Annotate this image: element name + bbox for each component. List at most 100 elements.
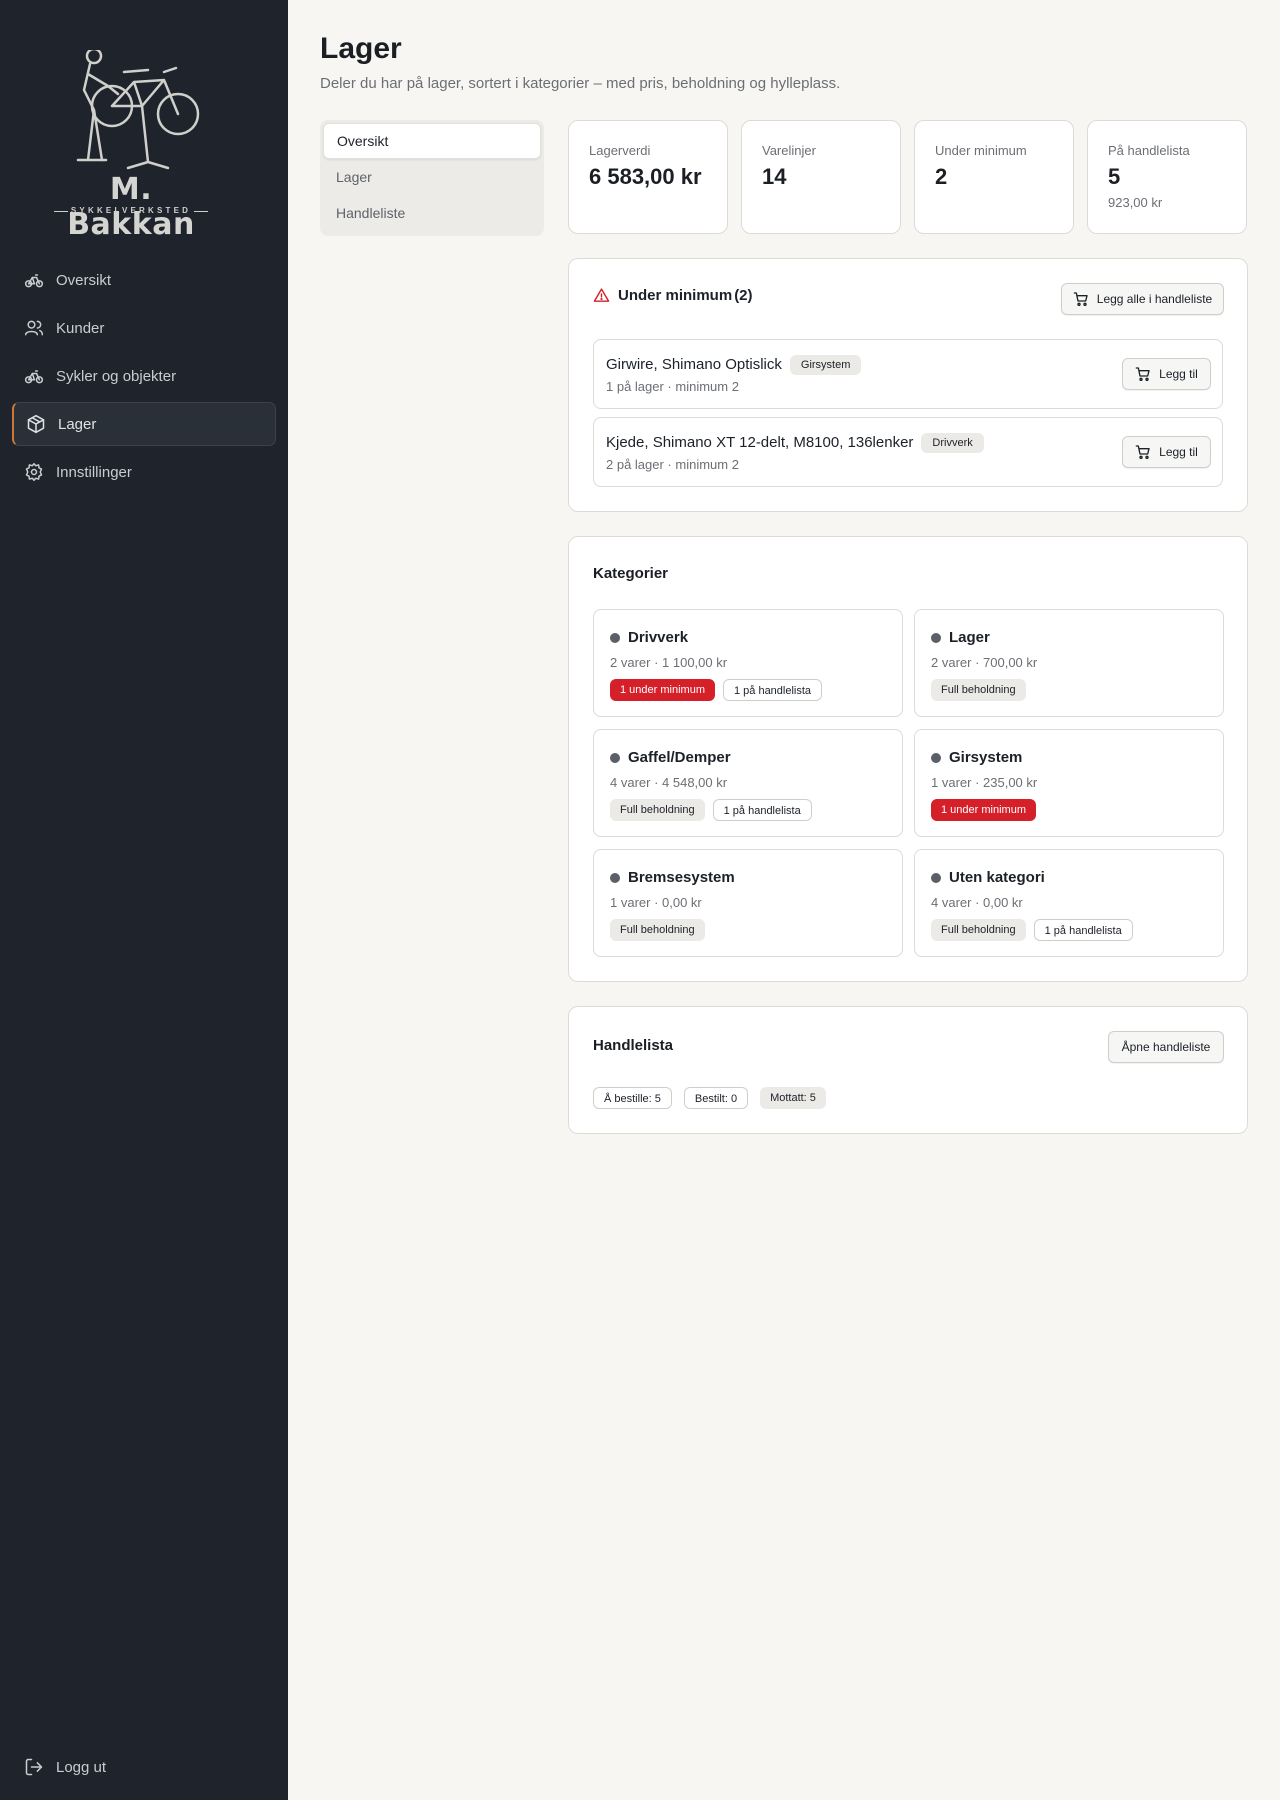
category-badges: 1 under minimum 1 på handlelista [610,679,830,701]
sidebar-item-label: Kunder [56,319,105,337]
package-icon [26,414,46,434]
category-meta: 2 varer · 700,00 kr [931,655,1038,670]
status-badge: 1 under minimum [931,799,1036,821]
subnav: Oversikt Lager Handleliste [320,120,544,236]
category-card[interactable]: Drivverk 2 varer · 1 100,00 kr 1 under m… [593,609,903,717]
list-item: Girwire, Shimano Optislick Girsystem 1 på… [593,339,1223,409]
category-dot [610,752,620,763]
category-name-row: Lager [931,629,990,646]
category-meta: 2 varer · 1 100,00 kr [610,655,728,670]
category-name: Drivverk [628,629,689,646]
add-item-button[interactable]: Legg til [1122,436,1211,468]
stat-varelinjer: Varelinjer 14 [741,120,901,234]
stat-extra: 923,00 kr [1108,195,1163,210]
category-dot [931,752,941,763]
category-meta: 4 varer · 0,00 kr [931,895,1023,910]
category-card[interactable]: Bremsesystem 1 varer · 0,00 kr Full beho… [593,849,903,957]
item-name-row: Kjede, Shimano XT 12-delt, M8100, 136len… [606,433,984,453]
sidebar: M. Bakkan SYKKELVERKSTED Oversikt Kunder… [0,0,288,1800]
handlelista-card: Handlelista Åpne handleliste Å bestille:… [568,1006,1248,1134]
category-badges: Full beholdning [931,679,1034,701]
tab-oversikt[interactable]: Oversikt [323,123,541,159]
category-meta: 1 varer · 0,00 kr [610,895,702,910]
category-name: Lager [949,629,990,646]
item-meta: 2 på lager · minimum 2 [606,457,739,472]
status-badge: Full beholdning [610,919,705,941]
category-name-row: Gaffel/Demper [610,749,731,766]
open-shopping-list-button[interactable]: Åpne handleliste [1108,1031,1224,1063]
sidebar-item-label: Innstillinger [56,463,132,481]
stat-value: 6 583,00 kr [589,164,702,189]
add-item-label: Legg til [1159,445,1198,459]
logo-subtitle: SYKKELVERKSTED [46,206,216,215]
category-card[interactable]: Gaffel/Demper 4 varer · 4 548,00 kr Full… [593,729,903,837]
category-name-row: Drivverk [610,629,688,646]
logout-icon [24,1757,44,1777]
cart-icon [1135,444,1151,460]
logout-button[interactable]: Logg ut [24,1757,106,1777]
category-badges: Full beholdning [610,919,713,941]
category-name: Gaffel/Demper [628,749,731,766]
category-dot [931,632,941,643]
stat-value: 2 [935,164,948,189]
handlelista-title: Handlelista [593,1037,674,1054]
category-card[interactable]: Girsystem 1 varer · 235,00 kr 1 under mi… [914,729,1224,837]
stat-under-minimum: Under minimum 2 [914,120,1074,234]
sidebar-item-label: Sykler og objekter [56,367,177,385]
stat-pa-handlelista: På handlelista 5 923,00 kr [1087,120,1247,234]
add-all-to-list-button[interactable]: Legg alle i handleliste [1061,283,1224,315]
handlelista-chips: Å bestille: 5 Bestilt: 0 Mottatt: 5 [593,1087,834,1109]
bicycle-icon [24,270,44,290]
add-item-button[interactable]: Legg til [1122,358,1211,390]
sidebar-item-kunder[interactable]: Kunder [12,306,276,350]
add-all-label: Legg alle i handleliste [1096,292,1213,306]
category-name-row: Girsystem [931,749,1022,766]
sidebar-item-label: Lager [58,415,97,433]
category-card[interactable]: Uten kategori 4 varer · 0,00 kr Full beh… [914,849,1224,957]
mechanic-bicycle-logo-icon [76,50,200,170]
page-title: Lager [320,32,402,65]
sidebar-item-lager[interactable]: Lager [12,402,276,446]
under-minimum-count: (2) [734,287,753,304]
logo[interactable]: M. Bakkan SYKKELVERKSTED [46,46,216,242]
categories-card: Kategorier Drivverk 2 varer · 1 100,00 k… [568,536,1248,982]
status-badge: Full beholdning [931,919,1026,941]
status-badge: 1 på handlelista [1033,919,1133,941]
gear-icon [24,462,44,482]
sidebar-item-oversikt[interactable]: Oversikt [12,258,276,302]
category-name: Uten kategori [949,869,1045,886]
add-item-label: Legg til [1159,367,1198,381]
stat-label: Under minimum [935,143,1027,158]
categories-title: Kategorier [593,565,669,582]
status-badge: 1 på handlelista [712,799,812,821]
category-card[interactable]: Lager 2 varer · 700,00 kr Full beholdnin… [914,609,1224,717]
status-badge: Full beholdning [931,679,1026,701]
sidebar-item-sykler[interactable]: Sykler og objekter [12,354,276,398]
cart-icon [1135,366,1151,382]
category-name: Girsystem [949,749,1023,766]
under-minimum-header: Under minimum (2) [593,287,753,304]
warning-icon [593,287,610,304]
stat-value: 5 [1108,164,1121,189]
tab-lager[interactable]: Lager [323,159,541,195]
sidebar-item-label: Oversikt [56,271,112,289]
tab-handleliste[interactable]: Handleliste [323,195,541,231]
under-minimum-title: Under minimum [618,287,733,304]
users-icon [24,318,44,338]
item-name: Kjede, Shimano XT 12-delt, M8100, 136len… [606,434,914,451]
item-name: Girwire, Shimano Optislick [606,356,782,373]
category-name-row: Bremsesystem [610,869,735,886]
sidebar-item-innstillinger[interactable]: Innstillinger [12,450,276,494]
category-tag: Drivverk [921,433,984,453]
category-meta: 4 varer · 4 548,00 kr [610,775,728,790]
category-dot [931,872,941,883]
category-meta: 1 varer · 235,00 kr [931,775,1038,790]
category-badges: Full beholdning 1 på handlelista [931,919,1141,941]
item-meta: 1 på lager · minimum 2 [606,379,739,394]
stat-label: Varelinjer [762,143,816,158]
list-item: Kjede, Shimano XT 12-delt, M8100, 136len… [593,417,1223,487]
category-badges: Full beholdning 1 på handlelista [610,799,820,821]
item-name-row: Girwire, Shimano Optislick Girsystem [606,355,862,375]
logout-label: Logg ut [56,1758,107,1776]
status-badge: Mottatt: 5 [760,1087,826,1109]
